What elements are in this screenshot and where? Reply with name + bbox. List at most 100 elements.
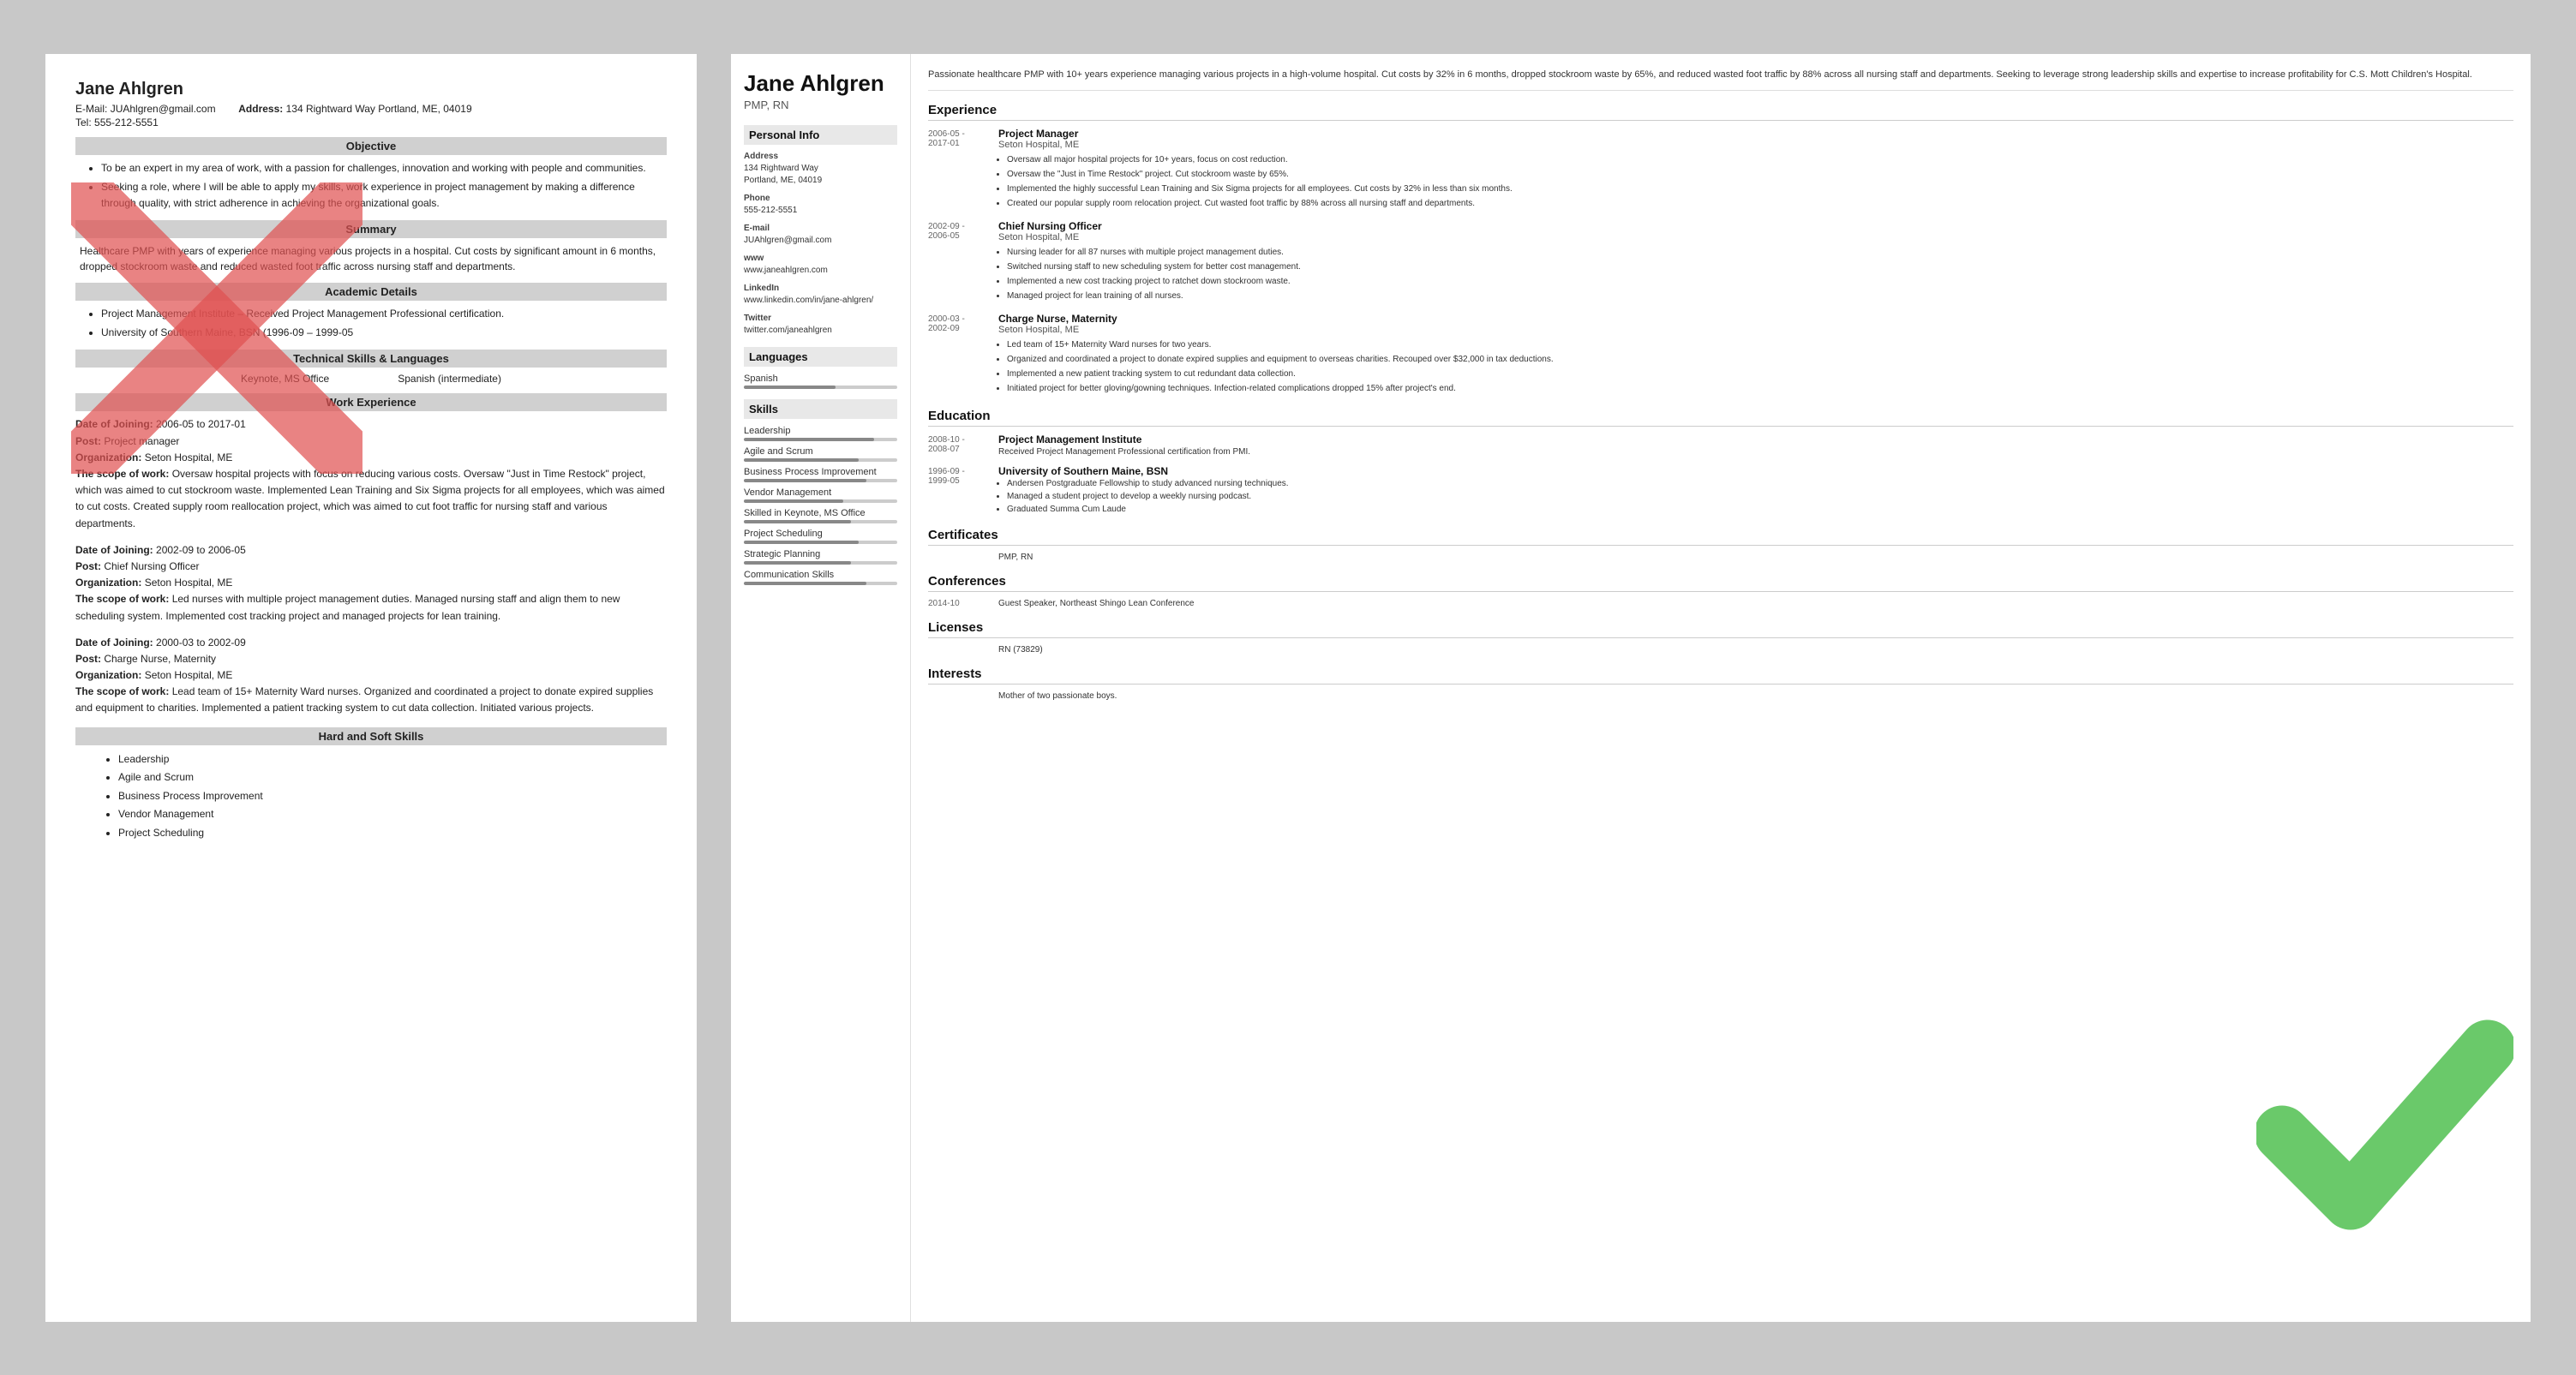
address-label: Address — [744, 152, 897, 161]
int-1: Mother of two passionate boys. — [928, 691, 2513, 701]
list-item: To be an expert in my area of work, with… — [101, 160, 667, 176]
lic-1-date — [928, 645, 988, 655]
skill-strategic: Strategic Planning — [744, 549, 897, 559]
twitter-value: twitter.com/janeahlgren — [744, 325, 897, 337]
edu-1: 2008-10 -2008-07 Project Management Inst… — [928, 433, 2513, 458]
exp-1-content: Project Manager Seton Hospital, ME Overs… — [998, 128, 2513, 212]
conf-1-date: 2014-10 — [928, 599, 988, 608]
list-item: Vendor Management — [118, 805, 667, 824]
list-item: Implemented the highly successful Lean T… — [1007, 182, 2513, 195]
experience-section: Experience 2006-05 -2017-01 Project Mana… — [928, 103, 2513, 397]
edu-1-content: Project Management Institute Received Pr… — [998, 433, 2513, 458]
skill-vendor: Vendor Management — [744, 487, 897, 498]
skill-bpi: Business Process Improvement — [744, 467, 897, 477]
edu-1-date: 2008-10 -2008-07 — [928, 433, 988, 458]
skills-section: Skills — [744, 399, 897, 419]
lang-spanish: Spanish — [744, 374, 897, 384]
left-hard-soft-header: Hard and Soft Skills — [75, 727, 667, 745]
languages-section: Languages — [744, 347, 897, 367]
certificates-title: Certificates — [928, 528, 2513, 546]
cert-1-value: PMP, RN — [998, 553, 2513, 562]
linkedin-label: LinkedIn — [744, 284, 897, 293]
skill-agile: Agile and Scrum — [744, 446, 897, 457]
cert-1: PMP, RN — [928, 553, 2513, 562]
left-tel-line: Tel: 555-212-5551 — [75, 117, 667, 129]
resume-good: Jane Ahlgren PMP, RN Personal Info Addre… — [731, 54, 2531, 1322]
work-org: Seton Hospital, ME — [145, 669, 233, 681]
left-summary-text: Healthcare PMP with years of experience … — [80, 243, 662, 274]
conferences-section: Conferences 2014-10 Guest Speaker, North… — [928, 574, 2513, 608]
list-item: Oversaw all major hospital projects for … — [1007, 153, 2513, 166]
exp-3-content: Charge Nurse, Maternity Seton Hospital, … — [998, 313, 2513, 397]
work-org-label: Organization: — [75, 577, 141, 589]
linkedin-value: www.linkedin.com/in/jane-ahlgren/ — [744, 295, 897, 307]
lic-1-value: RN (73829) — [998, 645, 2513, 655]
skill-communication-bar — [744, 582, 897, 585]
left-technical-header: Technical Skills & Languages — [75, 350, 667, 368]
list-item: Implemented a new patient tracking syste… — [1007, 368, 2513, 380]
list-item: University of Southern Maine, BSN (1996-… — [101, 325, 667, 341]
work-scope-label: The scope of work: — [75, 593, 169, 605]
www-value: www.janeahlgren.com — [744, 265, 897, 277]
interests-title: Interests — [928, 667, 2513, 685]
exp-1-bullets: Oversaw all major hospital projects for … — [1007, 153, 2513, 210]
exp-1: 2006-05 -2017-01 Project Manager Seton H… — [928, 128, 2513, 212]
right-sidebar: Jane Ahlgren PMP, RN Personal Info Addre… — [731, 54, 911, 1322]
exp-2-company: Seton Hospital, ME — [998, 232, 2513, 242]
work-post-label: Post: — [75, 653, 101, 665]
list-item: Organized and coordinated a project to d… — [1007, 353, 2513, 366]
left-email-label: E-Mail: — [75, 103, 107, 115]
skill-project-scheduling: Project Scheduling — [744, 529, 897, 539]
edu-1-school: Project Management Institute — [998, 433, 2513, 445]
exp-1-date: 2006-05 -2017-01 — [928, 128, 988, 212]
left-skill1: Keynote, MS Office — [241, 373, 329, 385]
list-item: Leadership — [118, 750, 667, 769]
list-item: Created our popular supply room relocati… — [1007, 197, 2513, 210]
skill-keynote-bar — [744, 520, 897, 523]
lang-spanish-fill — [744, 386, 836, 389]
work-org-label: Organization: — [75, 451, 141, 463]
lic-1: RN (73829) — [928, 645, 2513, 655]
work-org: Seton Hospital, ME — [145, 577, 233, 589]
skill-bpi-bar — [744, 479, 897, 482]
www-label: www — [744, 254, 897, 263]
exp-3-title: Charge Nurse, Maternity — [998, 313, 2513, 325]
left-work-entry-3: Date of Joining: 2000-03 to 2002-09 Post… — [75, 635, 667, 717]
skill-agile-bar — [744, 458, 897, 462]
list-item: Initiated project for better gloving/gow… — [1007, 382, 2513, 395]
edu-2-content: University of Southern Maine, BSN Anders… — [998, 465, 2513, 516]
left-tel-label: Tel: — [75, 117, 92, 129]
licenses-title: Licenses — [928, 620, 2513, 638]
exp-2-content: Chief Nursing Officer Seton Hospital, ME… — [998, 220, 2513, 304]
exp-3-date: 2000-03 -2002-09 — [928, 313, 988, 397]
education-section: Education 2008-10 -2008-07 Project Manag… — [928, 409, 2513, 516]
list-item: Project Scheduling — [118, 824, 667, 843]
right-main: Passionate healthcare PMP with 10+ years… — [911, 54, 2531, 1322]
left-objective-header: Objective — [75, 137, 667, 155]
right-name: Jane Ahlgren — [744, 71, 897, 96]
left-work-header: Work Experience — [75, 393, 667, 411]
left-email-line: E-Mail: JUAhlgren@gmail.com Address: 134… — [75, 103, 667, 115]
left-academic-header: Academic Details — [75, 283, 667, 301]
work-post: Charge Nurse, Maternity — [104, 653, 216, 665]
skill-leadership: Leadership — [744, 426, 897, 436]
exp-2-date: 2002-09 -2006-05 — [928, 220, 988, 304]
list-item: Oversaw the "Just in Time Restock" proje… — [1007, 168, 2513, 181]
skill-project-scheduling-bar — [744, 541, 897, 544]
work-date-label: Date of Joining: — [75, 637, 153, 649]
left-tel: 555-212-5551 — [94, 117, 159, 129]
left-summary-header: Summary — [75, 220, 667, 238]
work-post: Chief Nursing Officer — [104, 560, 199, 572]
exp-3-company: Seton Hospital, ME — [998, 325, 2513, 335]
list-item: Business Process Improvement — [118, 787, 667, 806]
list-item: Switched nursing staff to new scheduling… — [1007, 260, 2513, 273]
conferences-title: Conferences — [928, 574, 2513, 592]
experience-title: Experience — [928, 103, 2513, 121]
left-email: JUAhlgren@gmail.com — [111, 103, 216, 115]
work-scope-label: The scope of work: — [75, 685, 169, 697]
email-value: JUAhlgren@gmail.com — [744, 235, 897, 247]
work-date: 2002-09 to 2006-05 — [156, 544, 246, 556]
exp-2: 2002-09 -2006-05 Chief Nursing Officer S… — [928, 220, 2513, 304]
exp-2-title: Chief Nursing Officer — [998, 220, 2513, 232]
work-date-label: Date of Joining: — [75, 544, 153, 556]
